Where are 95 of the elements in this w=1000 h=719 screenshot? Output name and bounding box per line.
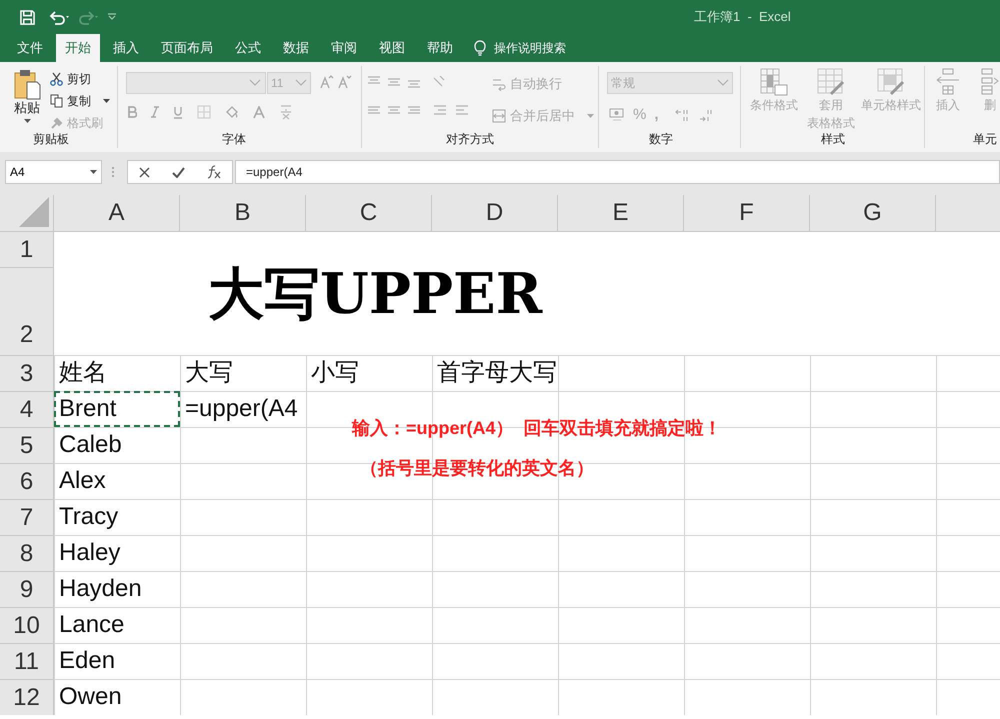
group-label: 样式 <box>821 131 845 148</box>
font-color-icon[interactable] <box>253 106 265 118</box>
ribbon-tab[interactable]: 文件 <box>8 34 52 62</box>
borders-icon[interactable] <box>197 105 211 119</box>
phonetic-icon[interactable] <box>279 104 293 120</box>
group-label: 对齐方式 <box>446 131 494 148</box>
checkmark-icon[interactable] <box>172 166 185 178</box>
grow-font-icon[interactable] <box>320 75 334 89</box>
ribbon-tab[interactable]: 插入 <box>104 34 148 62</box>
row-header[interactable]: 12 <box>0 679 54 715</box>
row-header[interactable]: 11 <box>0 643 54 679</box>
sheet-title: 大写UPPER <box>208 261 542 327</box>
ribbon-tab[interactable]: 页面布局 <box>152 34 222 62</box>
font-name-field[interactable] <box>126 72 266 94</box>
table-cell-text: =upper(A4 <box>184 394 298 424</box>
group-label: 字体 <box>222 131 246 148</box>
clipboard-icon <box>13 68 41 100</box>
paintbrush-icon[interactable] <box>50 116 63 130</box>
insert-cells-icon[interactable] <box>935 68 961 96</box>
table-brush-icon[interactable] <box>817 68 845 96</box>
chevron-down-icon <box>295 79 307 87</box>
ribbon-tab[interactable]: 公式 <box>226 34 270 62</box>
table-cell-text: Caleb <box>58 430 122 460</box>
column-header[interactable]: B <box>180 195 306 231</box>
table-cell-text: Brent <box>58 394 116 424</box>
customize-caret-icon[interactable] <box>107 13 117 21</box>
table-cell-text: 小写 <box>310 358 359 388</box>
annotation-text: （括号里是要转化的英文名） <box>360 457 594 480</box>
function-icon[interactable] <box>207 165 221 179</box>
column-header[interactable]: D <box>432 195 558 231</box>
fill-bucket-icon[interactable] <box>225 105 239 119</box>
tell-me-search[interactable]: 操作说明搜索 <box>494 39 566 57</box>
table-cell-text: 大写 <box>184 358 233 388</box>
group-label: 单元 <box>973 131 997 148</box>
caret-icon[interactable] <box>103 99 110 103</box>
cell-styles-icon[interactable] <box>877 68 905 96</box>
wrap-text-icon[interactable] <box>492 76 506 91</box>
table-cell-text: Eden <box>58 646 116 676</box>
select-all-icon[interactable] <box>19 197 49 227</box>
group-label: 剪贴板 <box>33 131 69 148</box>
row-header[interactable]: 4 <box>0 391 54 427</box>
table-cell-text: Hayden <box>58 574 142 604</box>
close-icon[interactable] <box>139 166 150 178</box>
underline-icon[interactable] <box>173 106 183 118</box>
column-header[interactable]: A <box>54 195 180 231</box>
window-title: 工作簿1 - Excel <box>694 8 791 26</box>
caret-icon[interactable] <box>90 170 97 174</box>
row-header[interactable]: 9 <box>0 571 54 607</box>
ribbon-tab[interactable]: 数据 <box>274 34 318 62</box>
column-header[interactable]: F <box>684 195 810 231</box>
table-cell-text: Lance <box>58 610 124 640</box>
table-cell-text: Tracy <box>58 502 118 532</box>
name-box[interactable]: A4 <box>5 160 102 184</box>
table-cell-text: Owen <box>58 682 122 712</box>
caret-icon[interactable] <box>24 119 30 123</box>
ribbon-tab[interactable]: 开始 <box>56 34 100 62</box>
table-cell-text: Alex <box>58 466 106 496</box>
save-icon[interactable] <box>20 10 35 24</box>
column-header[interactable]: C <box>306 195 432 231</box>
row-header[interactable]: 6 <box>0 463 54 499</box>
row-header[interactable]: 3 <box>0 355 54 391</box>
table-cell-text: 姓名 <box>58 358 107 388</box>
chevron-down-icon <box>249 79 261 87</box>
merge-center-icon[interactable] <box>492 108 506 123</box>
row-header[interactable]: 1 <box>0 232 53 268</box>
currency-icon[interactable] <box>609 108 625 122</box>
group-label: 数字 <box>649 131 673 148</box>
column-header[interactable]: G <box>810 195 936 231</box>
paste-button[interactable]: 粘贴 <box>10 68 44 123</box>
conditional-formatting-icon[interactable] <box>760 68 788 96</box>
lightbulb-icon[interactable] <box>474 40 486 56</box>
cut-button[interactable]: 剪切 <box>67 70 91 88</box>
chevron-down-icon <box>717 79 729 87</box>
shrink-font-icon[interactable] <box>338 75 352 89</box>
copy-icon[interactable] <box>50 94 63 108</box>
scissors-icon[interactable] <box>50 72 63 86</box>
row-header[interactable]: 7 <box>0 499 54 535</box>
copy-button[interactable]: 复制 <box>67 92 91 110</box>
delete-cells-icon[interactable] <box>981 68 999 96</box>
redo-icon[interactable] <box>77 10 99 24</box>
row-header[interactable]: 10 <box>0 607 54 643</box>
table-cell-text: 首字母大写 <box>436 358 557 388</box>
ribbon-tab[interactable]: 审阅 <box>322 34 366 62</box>
bold-icon[interactable] <box>128 106 137 118</box>
ribbon-tab[interactable]: 帮助 <box>418 34 462 62</box>
undo-icon[interactable] <box>49 10 71 24</box>
row-header[interactable]: 2 <box>0 268 53 355</box>
table-cell-text: Haley <box>58 538 120 568</box>
annotation-text: 输入：=upper(A4） 回车双击填充就搞定啦！ <box>352 417 722 440</box>
row-header[interactable]: 5 <box>0 427 54 463</box>
row-header[interactable]: 8 <box>0 535 54 571</box>
ribbon-tab[interactable]: 视图 <box>370 34 414 62</box>
italic-icon[interactable] <box>151 106 159 118</box>
column-header[interactable]: E <box>558 195 684 231</box>
formula-field[interactable]: =upper(A4 <box>235 160 1000 184</box>
